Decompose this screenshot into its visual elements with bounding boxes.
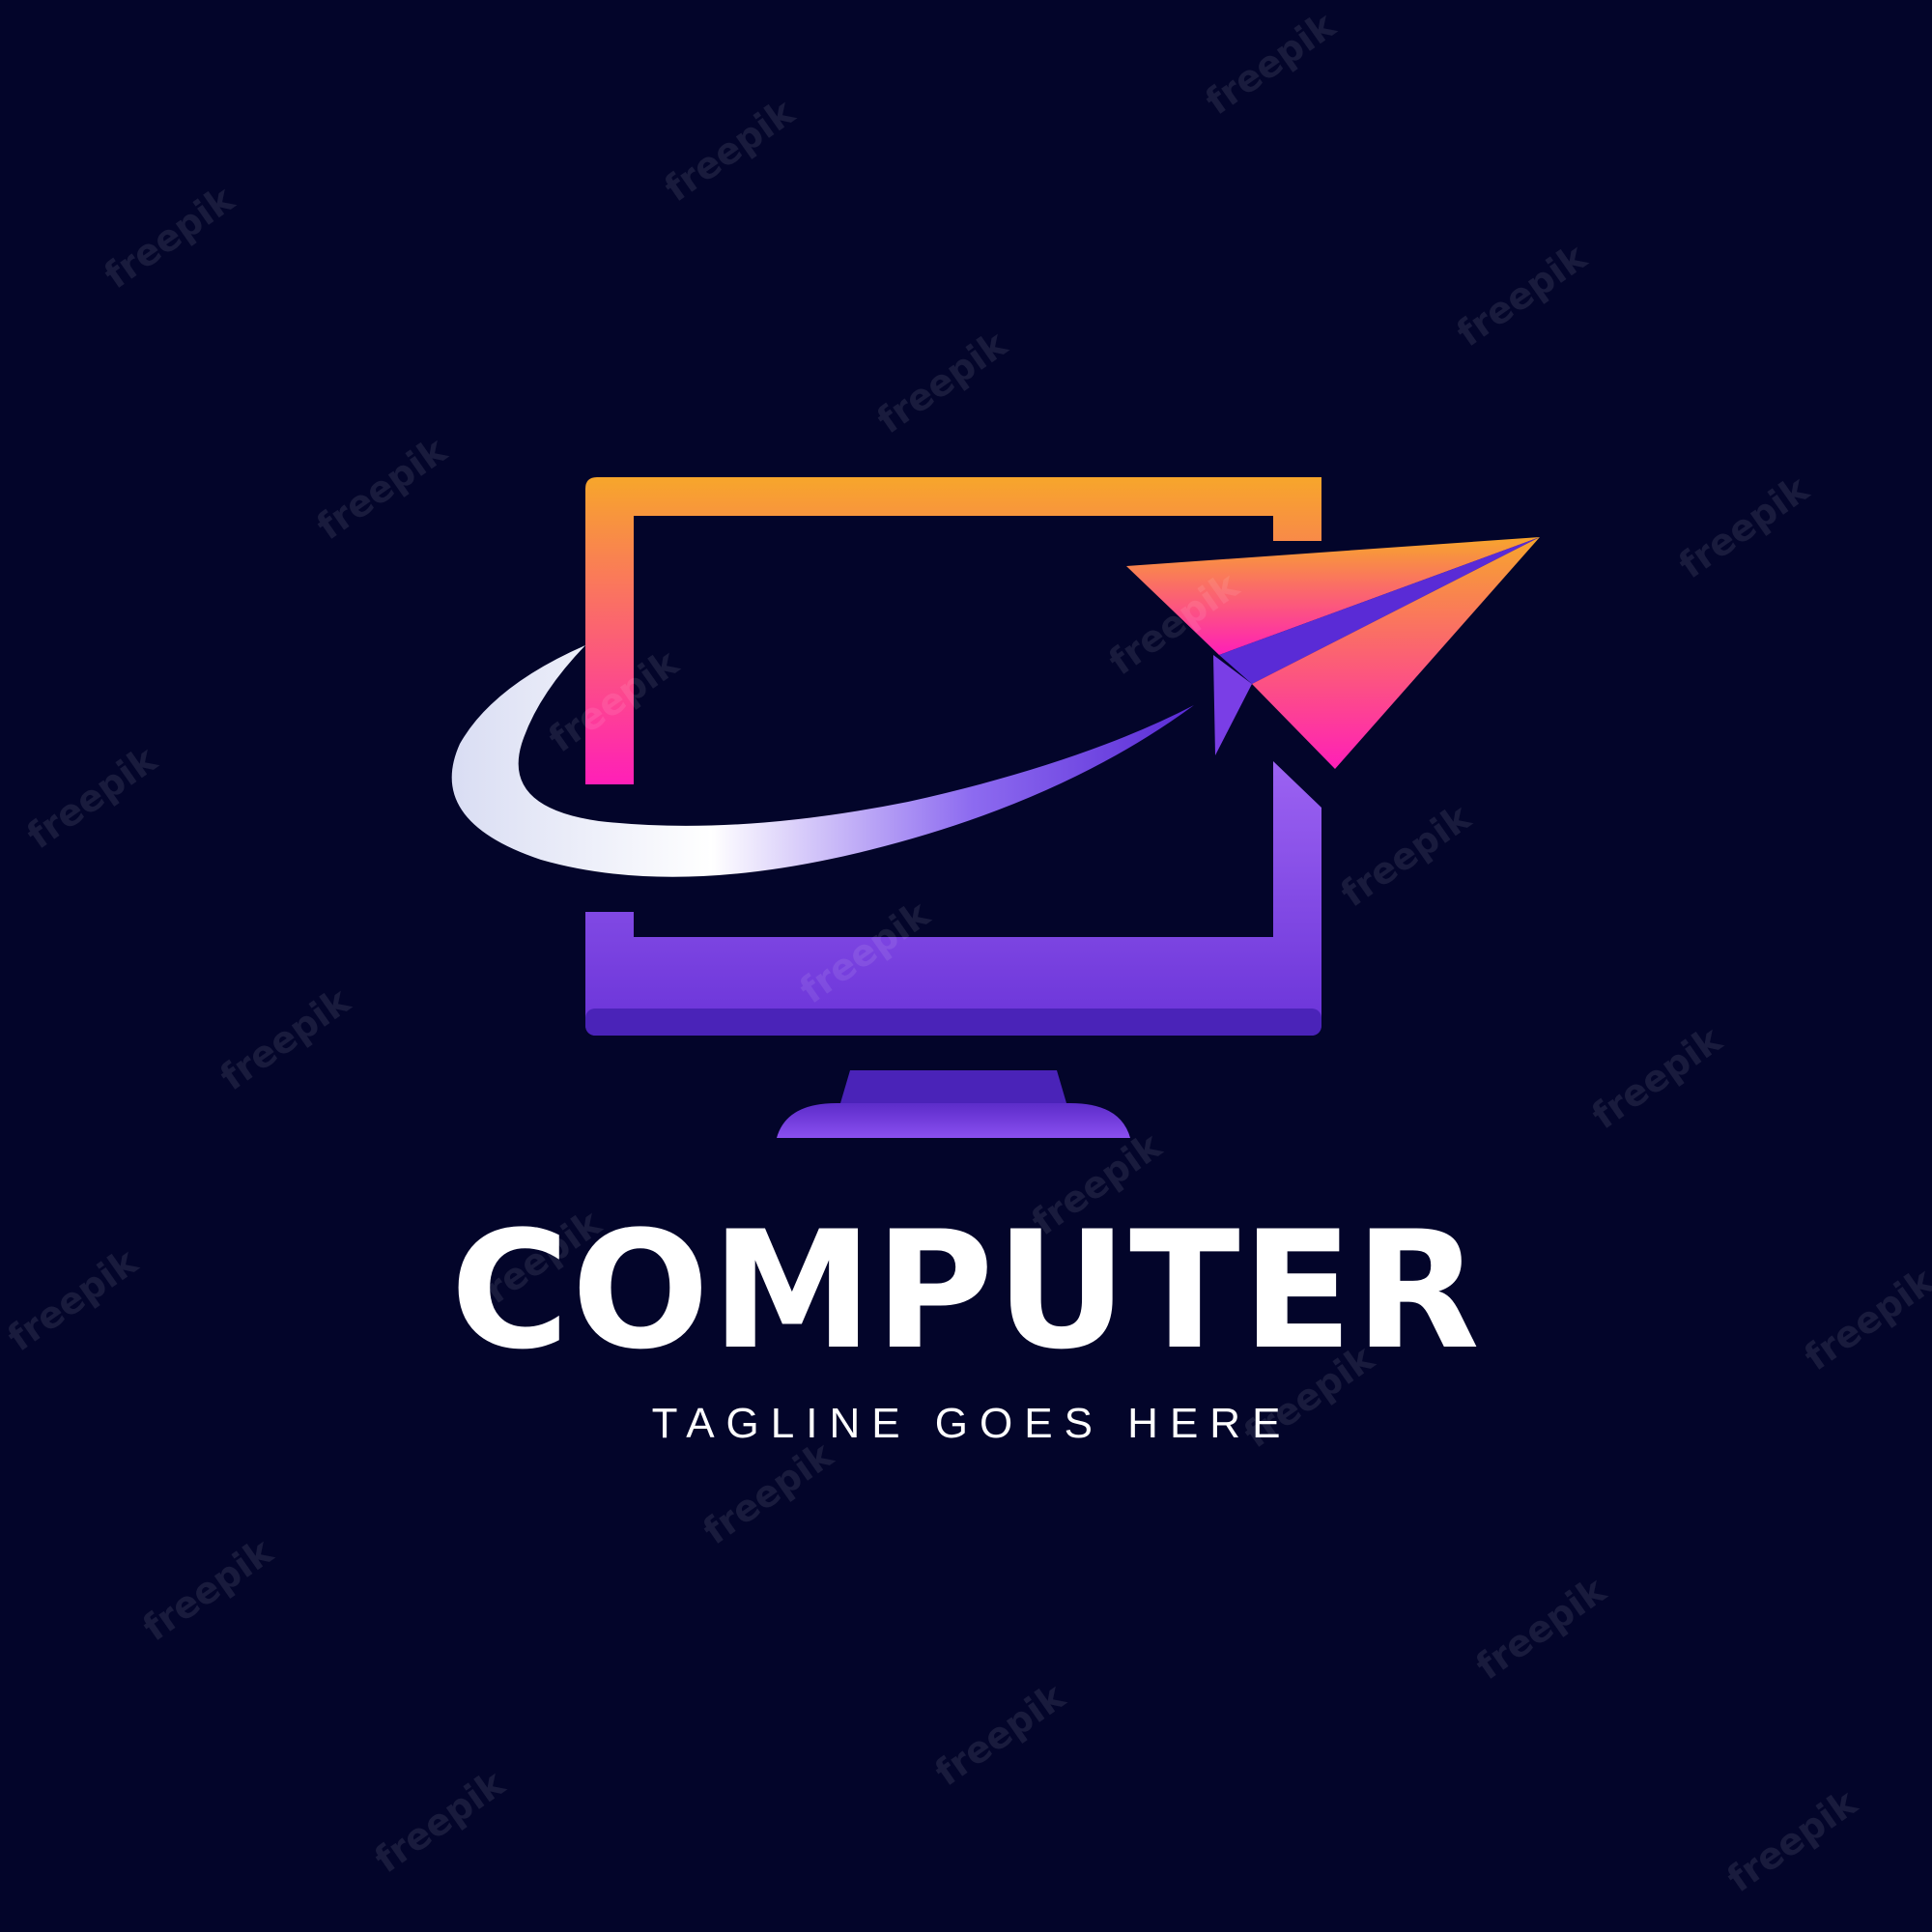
monitor-bezel-shade [585, 1009, 1321, 1036]
monitor-stand-neck [840, 1070, 1066, 1103]
brand-name: COMPUTER [450, 1196, 1482, 1385]
tagline: TAGLINE GOES HERE [651, 1400, 1293, 1447]
paper-plane-icon [1126, 537, 1540, 769]
monitor-stand-base [777, 1103, 1130, 1138]
swoosh-icon [451, 645, 1194, 877]
logo-canvas: COMPUTER TAGLINE GOES HERE freepik freep… [0, 0, 1932, 1932]
computer-logo-graphic [451, 477, 1540, 1138]
